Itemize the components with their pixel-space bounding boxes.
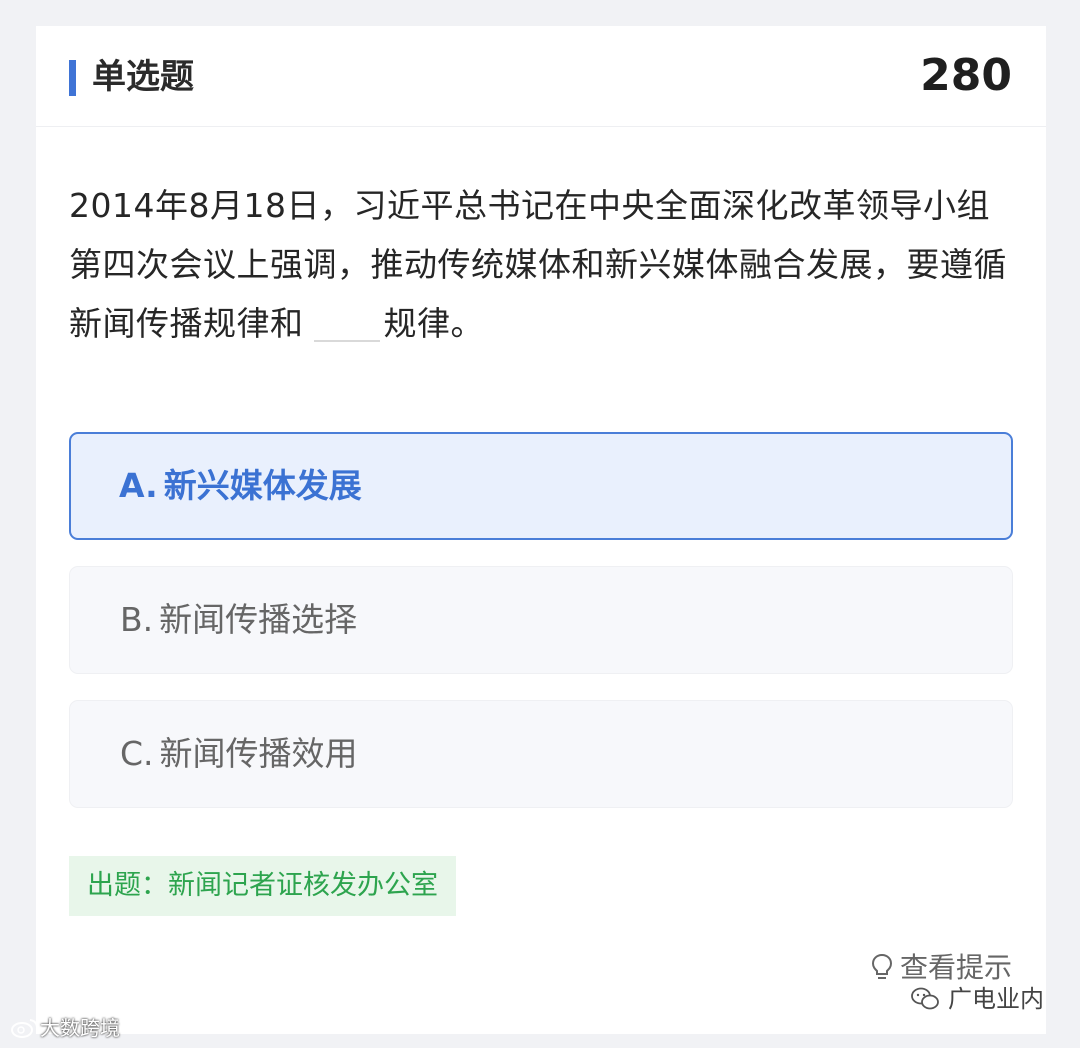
score-counter: 280	[920, 50, 1012, 101]
page: 单选题 280 2014年8月18日，习近平总书记在中央全面深化改革领导小组第四…	[0, 0, 1080, 1048]
lightbulb-icon	[871, 953, 892, 979]
option-key: A.	[119, 466, 158, 505]
option-a[interactable]: A. 新兴媒体发展	[69, 432, 1013, 540]
watermark-left-text: 大数跨境	[40, 1016, 120, 1040]
option-text: 新闻传播选择	[159, 600, 358, 639]
option-b[interactable]: B. 新闻传播选择	[69, 566, 1013, 674]
option-text: 新闻传播效用	[159, 734, 358, 773]
option-key: B.	[120, 600, 154, 639]
watermark-right-text: 广电业内	[948, 985, 1044, 1013]
question-type-label: 单选题	[92, 57, 194, 97]
weibo-logo-icon	[11, 1019, 38, 1038]
watermark-right: 广电业内	[910, 982, 1044, 1016]
question-card: 单选题 280 2014年8月18日，习近平总书记在中央全面深化改革领导小组第四…	[36, 26, 1046, 1034]
accent-bar	[69, 60, 76, 96]
source-badge: 出题：新闻记者证核发办公室	[69, 856, 456, 916]
wechat-logo-icon	[911, 987, 939, 1010]
question-text-before: 2014年8月18日，习近平总书记在中央全面深化改革领导小组第四次会议上强调，推…	[69, 186, 1007, 343]
answer-blank	[313, 310, 380, 342]
question-text-after: 规律。	[383, 304, 484, 343]
question-text: 2014年8月18日，习近平总书记在中央全面深化改革领导小组第四次会议上强调，推…	[69, 176, 1019, 353]
option-key: C.	[120, 734, 154, 773]
card-header: 单选题 280	[36, 26, 1046, 127]
option-text: 新兴媒体发展	[163, 466, 362, 505]
watermark-left: 大数跨境	[10, 1014, 120, 1042]
option-c[interactable]: C. 新闻传播效用	[69, 700, 1013, 808]
